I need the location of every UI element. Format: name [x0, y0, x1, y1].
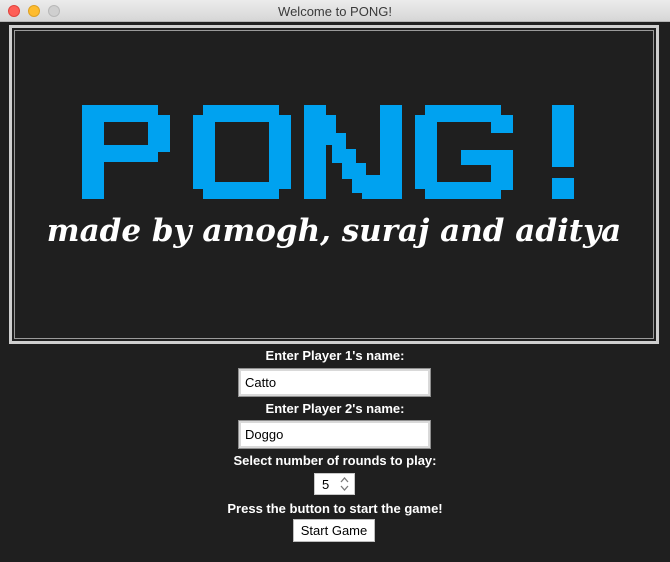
- banner-subtitle: made by amogh, suraj and aditya: [46, 213, 622, 249]
- start-game-button[interactable]: Start Game: [293, 519, 375, 542]
- rounds-label: Select number of rounds to play:: [233, 453, 437, 468]
- banner-image: made by amogh, suraj and aditya: [9, 25, 659, 344]
- pong-logo: [82, 105, 574, 199]
- title-bar: Welcome to PONG!: [0, 0, 670, 22]
- pong-window: Welcome to PONG! made by amogh, suraj an…: [0, 0, 670, 562]
- player2-label: Enter Player 2's name:: [265, 401, 405, 416]
- player2-name-input[interactable]: [238, 420, 431, 449]
- player1-label: Enter Player 1's name:: [265, 348, 405, 363]
- spin-arrows-icon[interactable]: [340, 476, 349, 492]
- start-prompt: Press the button to start the game!: [227, 501, 443, 516]
- rounds-value: 5: [322, 477, 330, 492]
- player1-name-input[interactable]: [238, 368, 431, 397]
- window-title: Welcome to PONG!: [278, 4, 392, 19]
- rounds-spinbox[interactable]: 5: [314, 473, 355, 495]
